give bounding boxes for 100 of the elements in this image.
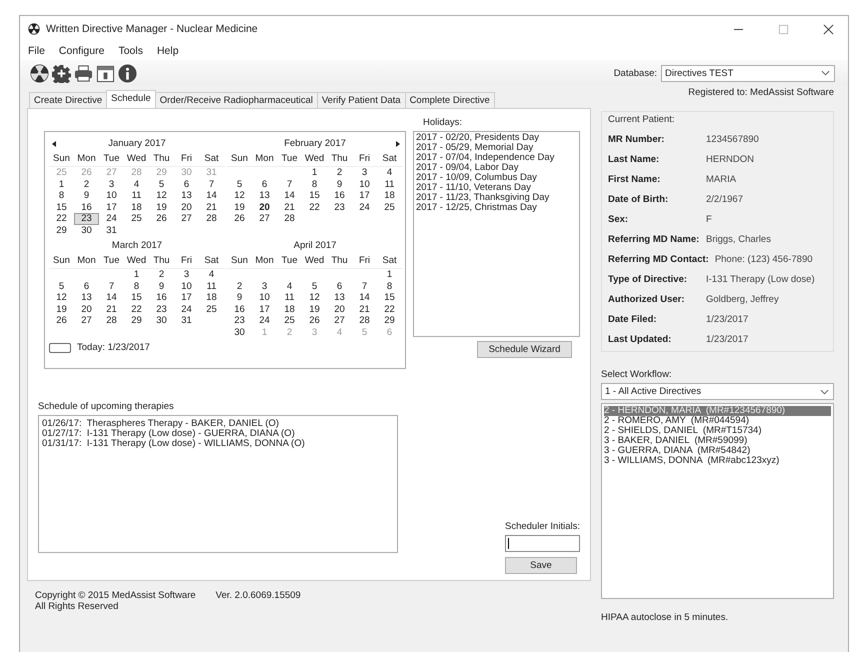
calendar-day[interactable]: 3 xyxy=(174,269,199,280)
chevron-down-icon[interactable] xyxy=(821,70,830,76)
workflow-dropdown[interactable]: 1 - All Active Directives xyxy=(601,383,834,400)
holiday-item[interactable]: 2017 - 11/23, Thanksgiving Day xyxy=(416,193,577,203)
calendar-day[interactable]: 26 xyxy=(302,315,327,326)
patient-item[interactable]: 2 - ROMERO, AMY (MR#044594) xyxy=(604,416,831,426)
calendar-day[interactable]: 30 xyxy=(74,224,99,236)
holiday-item[interactable]: 2017 - 02/20, Presidents Day xyxy=(416,133,577,143)
calendar-day[interactable]: 28 xyxy=(199,213,224,224)
holiday-item[interactable]: 2017 - 10/09, Columbus Day xyxy=(416,173,577,183)
calendar-day[interactable]: 8 xyxy=(124,280,149,292)
calendar-day[interactable]: 2 xyxy=(227,280,252,292)
calendar-icon[interactable] xyxy=(96,64,115,82)
calendar-day[interactable]: 9 xyxy=(149,280,174,292)
calendar-day[interactable]: 1 xyxy=(124,269,149,280)
calendar-day[interactable]: 4 xyxy=(377,167,402,178)
calendar-day[interactable]: 25 xyxy=(124,213,149,224)
calendar-day[interactable]: 20 xyxy=(74,304,99,315)
calendar-day[interactable]: 15 xyxy=(49,202,74,213)
calendar-day[interactable]: 24 xyxy=(99,213,124,224)
calendar-day[interactable]: 12 xyxy=(227,190,252,202)
calendar-day[interactable]: 6 xyxy=(174,178,199,190)
calendar-day[interactable]: 17 xyxy=(352,190,377,202)
calendar-day[interactable]: 5 xyxy=(49,280,74,292)
calendar-day[interactable]: 13 xyxy=(74,292,99,304)
calendar-day[interactable]: 12 xyxy=(49,292,74,304)
calendar-day[interactable]: 10 xyxy=(252,292,277,304)
calendar-day[interactable]: 31 xyxy=(174,315,199,326)
calendar-day[interactable]: 27 xyxy=(252,213,277,224)
calendar-day[interactable]: 16 xyxy=(327,190,352,202)
calendar-day[interactable]: 23 xyxy=(74,213,99,224)
calendar-day[interactable]: 23 xyxy=(149,304,174,315)
calendar-day[interactable]: 26 xyxy=(49,315,74,326)
tab[interactable]: Order/Receive Radiopharmaceutical xyxy=(154,92,318,108)
close-icon[interactable] xyxy=(823,24,834,34)
database-dropdown[interactable]: Directives TEST xyxy=(661,64,835,82)
tab[interactable]: Verify Patient Data xyxy=(316,92,406,108)
save-button[interactable]: Save xyxy=(505,557,577,574)
patient-item[interactable]: 2 - HERNDON, MARIA (MR#1234567890) xyxy=(604,406,831,416)
patient-item[interactable]: 2 - SHIELDS, DANIEL (MR#T15734) xyxy=(604,426,831,436)
calendar-day[interactable]: 26 xyxy=(149,213,174,224)
holiday-item[interactable]: 2017 - 07/04, Independence Day xyxy=(416,153,577,163)
calendar-day[interactable]: 20 xyxy=(174,202,199,213)
printer-icon[interactable] xyxy=(74,64,93,82)
calendar-day[interactable]: 18 xyxy=(277,304,302,315)
calendar-day[interactable]: 18 xyxy=(199,292,224,304)
menu-item[interactable]: Help xyxy=(156,45,179,57)
calendar-day[interactable]: 30 xyxy=(227,326,252,338)
calendar-day[interactable]: 1 xyxy=(49,178,74,190)
calendar-day[interactable]: 19 xyxy=(49,304,74,315)
patient-list[interactable]: 2 - HERNDON, MARIA (MR#1234567890) 2 - ROMERO, AMY (MR#044594) 2 - SHIELDS, DANIEL (MR#T15734) 3 - BAKER, DANIEL (MR#59099) 3 - GUERRA, DIANA (MR#54842) 3 - WILLIAMS, DONNA (MR#abc123xyz) xyxy=(601,403,834,599)
calendar-day[interactable]: 10 xyxy=(99,190,124,202)
patient-item[interactable]: 3 - GUERRA, DIANA (MR#54842) xyxy=(604,446,831,456)
calendar-day[interactable]: 11 xyxy=(377,178,402,190)
holiday-item[interactable]: 2017 - 12/25, Christmas Day xyxy=(416,203,577,213)
calendar-day[interactable]: 8 xyxy=(49,190,74,202)
calendar-day[interactable]: 9 xyxy=(227,292,252,304)
calendar-day[interactable]: 22 xyxy=(49,213,74,224)
calendar-day[interactable]: 24 xyxy=(252,315,277,326)
holiday-item[interactable]: 2017 - 09/04, Labor Day xyxy=(416,163,577,173)
calendar-day[interactable]: 2 xyxy=(149,269,174,280)
calendar-day[interactable]: 18 xyxy=(124,202,149,213)
schedule-list[interactable]: 01/26/17: Theraspheres Therapy - BAKER, DANIEL (O) 01/27/17: I-131 Therapy (Low dose) - GUERRA, DIANA (O) 01/31/17: I-131 Therapy (Low dose) - WILLIAMS, DONNA (O) xyxy=(38,415,398,553)
calendar-day[interactable]: 21 xyxy=(199,202,224,213)
calendar-day[interactable]: 28 xyxy=(277,213,302,224)
menu-item[interactable]: File xyxy=(28,45,45,57)
calendar-day[interactable]: 27 xyxy=(74,315,99,326)
calendar-day[interactable]: 6 xyxy=(74,280,99,292)
calendar-day[interactable]: 29 xyxy=(49,224,74,236)
calendar-day[interactable]: 18 xyxy=(377,190,402,202)
calendar-day[interactable]: 4 xyxy=(277,280,302,292)
calendar-day[interactable]: 22 xyxy=(302,202,327,213)
calendar-day[interactable]: 13 xyxy=(327,292,352,304)
calendar-day[interactable]: 28 xyxy=(99,315,124,326)
patient-item[interactable]: 3 - BAKER, DANIEL (MR#59099) xyxy=(604,436,831,446)
schedule-wizard-button[interactable]: Schedule Wizard xyxy=(477,341,572,358)
calendar-day[interactable]: 5 xyxy=(302,280,327,292)
calendar-day[interactable]: 11 xyxy=(277,292,302,304)
calendar-day[interactable]: 15 xyxy=(302,190,327,202)
menu-item[interactable]: Configure xyxy=(58,45,104,57)
calendar-day[interactable]: 14 xyxy=(277,190,302,202)
calendar-day[interactable]: 5 xyxy=(227,178,252,190)
schedule-item[interactable]: 01/31/17: I-131 Therapy (Low dose) - WILLIAMS, DONNA (O) xyxy=(42,439,394,449)
calendar-day[interactable]: 7 xyxy=(352,280,377,292)
calendar-day[interactable]: 25 xyxy=(199,304,224,315)
calendar-day[interactable]: 29 xyxy=(124,315,149,326)
calendar-day[interactable]: 19 xyxy=(302,304,327,315)
calendar-day[interactable]: 14 xyxy=(199,190,224,202)
calendar-day[interactable]: 10 xyxy=(174,280,199,292)
calendar-day[interactable]: 19 xyxy=(227,202,252,213)
calendar-day[interactable]: 15 xyxy=(124,292,149,304)
calendar-day[interactable]: 17 xyxy=(174,292,199,304)
previous-month-icon[interactable] xyxy=(52,141,56,147)
today-label[interactable]: Today: 1/23/2017 xyxy=(77,342,150,353)
calendar-day[interactable]: 5 xyxy=(149,178,174,190)
calendar-day[interactable]: 15 xyxy=(377,292,402,304)
chevron-down-icon[interactable] xyxy=(820,388,829,394)
schedule-item[interactable]: 01/26/17: Theraspheres Therapy - BAKER, DANIEL (O) xyxy=(42,419,394,429)
gear-icon[interactable] xyxy=(52,64,71,82)
calendar-day[interactable]: 16 xyxy=(149,292,174,304)
